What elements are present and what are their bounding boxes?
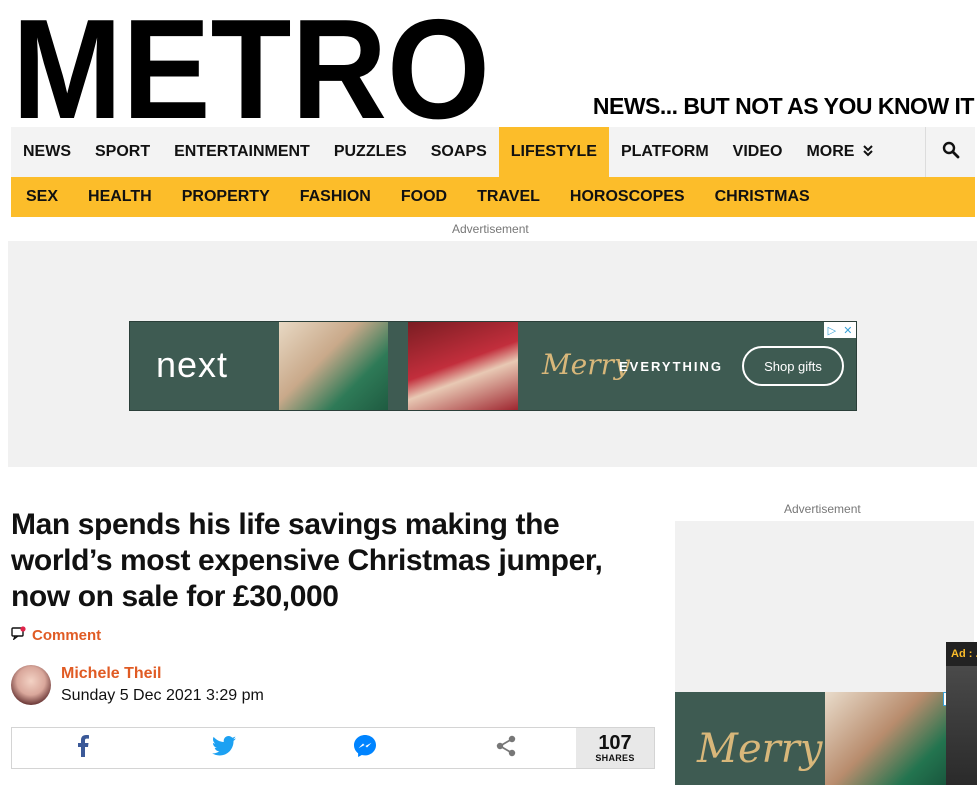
sidebar-ad-merry-script: Merry [697,726,823,772]
share-icon [496,735,516,762]
author-avatar[interactable] [11,665,51,705]
share-facebook-button[interactable] [12,728,153,768]
advertisement-label: Advertisement [452,222,529,236]
next-ad-banner[interactable]: next Merry EVERYTHING Shop gifts ▷ ✕ [129,321,857,411]
nav-item-video[interactable]: VIDEO [721,127,795,177]
share-twitter-button[interactable] [153,728,294,768]
nav-item-more[interactable]: MORE [794,127,885,177]
nav-item-puzzles[interactable]: PUZZLES [322,127,419,177]
share-messenger-button[interactable] [294,728,435,768]
ad-merry-script: Merry [542,348,630,381]
nav-more-label: MORE [806,143,855,160]
share-bar: 107 SHARES [11,727,655,769]
corner-floating-ad[interactable]: Ad : ... [946,642,977,785]
subnav-item-travel[interactable]: TRAVEL [465,188,552,206]
lifestyle-subnav: SEX HEALTH PROPERTY FASHION FOOD TRAVEL … [11,177,975,217]
shop-gifts-button[interactable]: Shop gifts [742,346,844,386]
nav-item-platform[interactable]: PLATFORM [609,127,721,177]
twitter-icon [211,735,236,761]
publish-date: Sunday 5 Dec 2021 3:29 pm [61,687,264,704]
nav-item-lifestyle[interactable]: LIFESTYLE [498,127,609,177]
next-logo: next [156,344,229,385]
masthead: METRO NEWS... BUT NOT AS YOU KNOW IT [0,0,977,126]
comment-label: Comment [32,627,102,644]
ad-info-icon[interactable]: ▷ [828,324,836,337]
subnav-item-sex[interactable]: SEX [14,188,70,206]
search-icon [942,141,960,164]
subnav-item-property[interactable]: PROPERTY [170,188,282,206]
nav-item-soaps[interactable]: SOAPS [419,127,499,177]
sidebar-advertisement-label: Advertisement [784,502,861,516]
facebook-icon [77,734,89,762]
adchoices-icon[interactable]: ▷ ✕ [824,322,856,338]
subnav-item-health[interactable]: HEALTH [76,188,164,206]
subnav-item-fashion[interactable]: FASHION [288,188,383,206]
comment-icon [11,626,27,645]
subnav-item-food[interactable]: FOOD [389,188,459,206]
corner-ad-tab: Ad : ... [946,642,977,666]
subnav-item-christmas[interactable]: CHRISTMAS [703,188,822,206]
nav-item-news[interactable]: NEWS [11,127,83,177]
messenger-icon [353,734,377,763]
primary-nav: NEWS SPORT ENTERTAINMENT PUZZLES SOAPS L… [11,127,975,177]
comment-link[interactable]: Comment [11,626,101,645]
ad-photo-gifts [408,322,518,410]
search-button[interactable] [925,127,975,177]
metro-logo[interactable]: METRO [12,6,492,122]
author-name[interactable]: Michele Theil [61,665,161,683]
ad-close-icon[interactable]: ✕ [843,324,852,337]
article-headline: Man spends his life savings making the w… [11,508,603,613]
metro-logo-text: METRO [12,6,490,122]
share-count-label: SHARES [595,753,635,763]
subnav-item-horoscopes[interactable]: HOROSCOPES [558,188,697,206]
corner-ad-image [946,666,977,785]
sidebar-ad-photo [825,692,955,785]
share-count: 107 SHARES [576,728,654,768]
share-generic-button[interactable] [435,728,576,768]
site-tagline: NEWS... BUT NOT AS YOU KNOW IT [592,93,975,119]
ad-everything-text: EVERYTHING [619,359,724,374]
ad-photo-family [279,322,388,410]
nav-item-sport[interactable]: SPORT [83,127,162,177]
nav-item-entertainment[interactable]: ENTERTAINMENT [162,127,322,177]
sidebar-ad-banner[interactable]: Merry [675,692,955,785]
share-count-number: 107 [598,732,632,754]
double-chevron-down-icon [863,144,874,160]
